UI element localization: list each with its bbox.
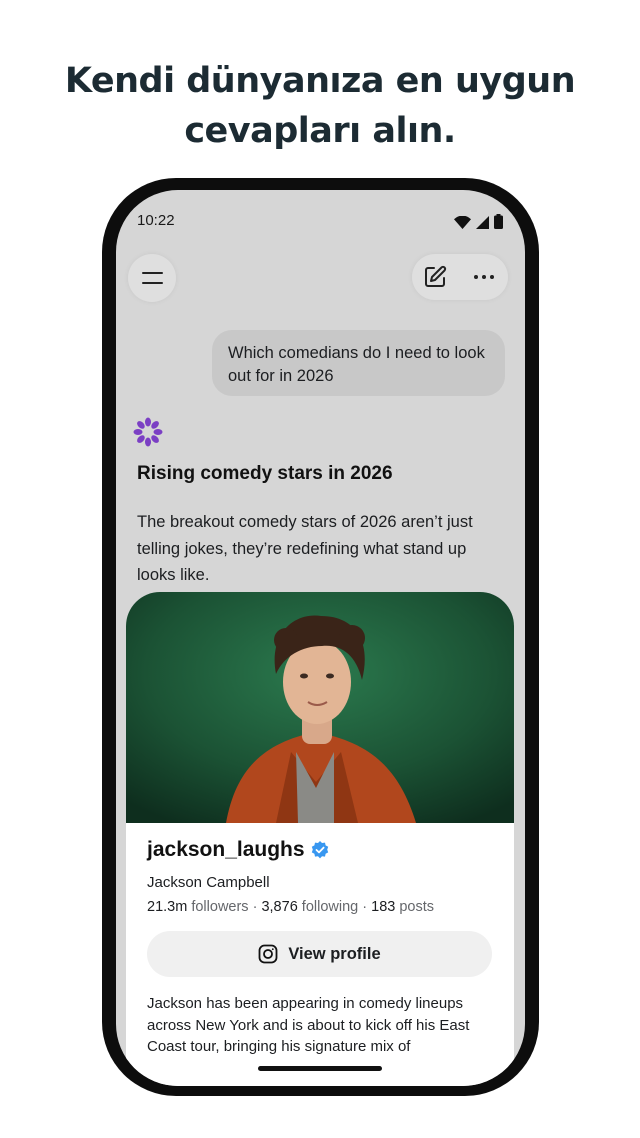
profile-name: Jackson Campbell bbox=[147, 874, 270, 891]
more-horizontal-icon[interactable] bbox=[474, 275, 494, 279]
profile-card[interactable]: jackson_laughs Jackson Campbell 21.3m fo… bbox=[126, 592, 514, 1086]
status-icons bbox=[454, 214, 503, 229]
user-message-bubble: Which comedians do I need to look out fo… bbox=[212, 330, 505, 396]
wifi-icon bbox=[454, 216, 471, 229]
profile-bio: Jackson has been appearing in comedy lin… bbox=[147, 995, 470, 1055]
instagram-icon bbox=[258, 944, 278, 964]
following-count: 3,876 bbox=[261, 899, 298, 915]
profile-handle[interactable]: jackson_laughs bbox=[147, 838, 305, 862]
view-profile-button[interactable]: View profile bbox=[147, 931, 492, 977]
status-time: 10:22 bbox=[137, 212, 175, 229]
followers-label: followers bbox=[191, 899, 249, 915]
answer-title: Rising comedy stars in 2026 bbox=[137, 463, 393, 484]
headline: Kendi dünyanıza en uygun cevapları alın. bbox=[0, 56, 640, 156]
followers-count: 21.3m bbox=[147, 899, 188, 915]
profile-photo bbox=[126, 592, 514, 823]
battery-icon bbox=[494, 214, 503, 229]
signal-icon bbox=[476, 216, 489, 229]
status-bar: 10:22 bbox=[116, 190, 525, 250]
profile-stats: 21.3m followers · 3,876 following · 183 … bbox=[147, 899, 497, 915]
headline-line-1: Kendi dünyanıza en uygun bbox=[64, 61, 576, 101]
view-profile-label: View profile bbox=[288, 944, 381, 963]
meta-ai-flower-icon bbox=[133, 417, 163, 447]
phone-screen: 10:22 Which comedians do I need to look … bbox=[116, 190, 525, 1086]
stats-separator: · bbox=[362, 899, 368, 915]
following-label: following bbox=[301, 899, 359, 915]
menu-button[interactable] bbox=[128, 254, 176, 302]
profile-card-body: jackson_laughs Jackson Campbell 21.3m fo… bbox=[147, 835, 497, 1058]
top-actions-pill bbox=[412, 254, 508, 300]
verified-badge-icon bbox=[311, 841, 328, 859]
posts-label: posts bbox=[399, 899, 435, 915]
answer-text: The breakout comedy stars of 2026 aren’t… bbox=[137, 513, 473, 584]
home-indicator[interactable] bbox=[258, 1066, 382, 1071]
edit-icon[interactable] bbox=[423, 265, 447, 289]
headline-line-2: cevapları alın. bbox=[184, 111, 456, 151]
stats-separator: · bbox=[252, 899, 258, 915]
handle-row: jackson_laughs bbox=[147, 835, 497, 865]
posts-count: 183 bbox=[371, 899, 396, 915]
